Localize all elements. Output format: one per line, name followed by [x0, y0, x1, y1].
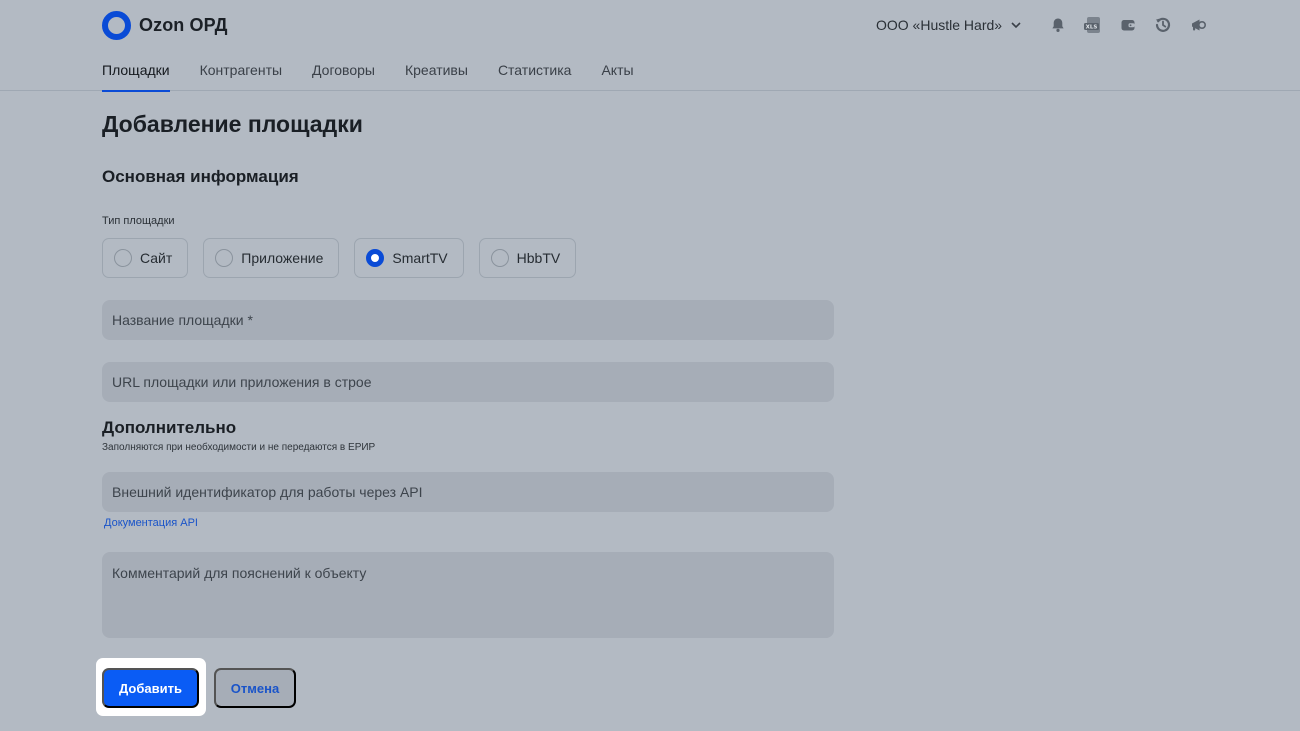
tab-acts[interactable]: Акты: [601, 62, 633, 91]
platform-name-input[interactable]: Название площадки *: [102, 300, 834, 340]
tab-contracts[interactable]: Договоры: [312, 62, 375, 91]
radio-unchecked-icon: [215, 249, 234, 267]
cancel-button[interactable]: Отмена: [214, 668, 296, 708]
org-switcher[interactable]: ООО «Hustle Hard»: [876, 17, 1022, 33]
radio-hbbtv[interactable]: HbbTV: [478, 238, 577, 278]
tab-counterparties[interactable]: Контрагенты: [200, 62, 282, 91]
history-icon[interactable]: [1152, 14, 1174, 36]
api-documentation-link[interactable]: Документация API: [104, 517, 198, 529]
app-logo[interactable]: Ozon ОРД: [102, 11, 228, 40]
platform-type-label: Тип площадки: [102, 215, 175, 227]
platform-url-input[interactable]: URL площадки или приложения в строе: [102, 362, 834, 402]
radio-site-label: Сайт: [140, 250, 173, 266]
radio-app-label: Приложение: [241, 250, 324, 266]
chevron-down-icon: [1011, 22, 1021, 29]
radio-unchecked-icon: [114, 249, 132, 267]
tab-statistics[interactable]: Статистика: [498, 62, 572, 91]
page-title: Добавление площадки: [102, 111, 363, 137]
org-name: ООО «Hustle Hard»: [876, 17, 1003, 33]
comment-textarea[interactable]: Комментарий для пояснений к объекту: [102, 552, 834, 638]
basic-info-title: Основная информация: [102, 167, 299, 186]
ozon-logo-icon: [102, 11, 131, 40]
main-nav-tabs: Площадки Контрагенты Договоры Креативы С…: [102, 62, 664, 92]
app-title: Ozon ОРД: [139, 15, 228, 35]
radio-hbbtv-label: HbbTV: [516, 250, 561, 266]
platform-type-radio-group: Сайт Приложение SmartTV HbbTV: [102, 238, 591, 278]
top-header: Ozon ОРД ООО «Hustle Hard» XLS Площадки …: [0, 0, 1300, 92]
radio-smarttv-label: SmartTV: [392, 250, 448, 266]
tab-platforms[interactable]: Площадки: [102, 62, 170, 92]
tab-creatives[interactable]: Креативы: [405, 62, 468, 91]
extra-section-subtitle: Заполняются при необходимости и не перед…: [102, 442, 376, 453]
megaphone-icon[interactable]: [1187, 14, 1209, 36]
radio-checked-icon: [366, 249, 385, 267]
wallet-icon[interactable]: [1117, 14, 1139, 36]
svg-text:XLS: XLS: [1086, 25, 1098, 31]
extra-section-title: Дополнительно: [102, 418, 237, 437]
external-id-input[interactable]: Внешний идентификатор для работы через A…: [102, 472, 834, 512]
radio-unchecked-icon: [490, 249, 509, 267]
xls-export-icon[interactable]: XLS: [1082, 14, 1104, 36]
add-button[interactable]: Добавить: [102, 668, 199, 708]
bell-icon[interactable]: [1047, 14, 1069, 36]
radio-app[interactable]: Приложение: [203, 238, 340, 278]
radio-site[interactable]: Сайт: [102, 238, 189, 278]
toolbar-icons: XLS: [1047, 14, 1209, 36]
radio-smarttv[interactable]: SmartTV: [354, 238, 464, 278]
